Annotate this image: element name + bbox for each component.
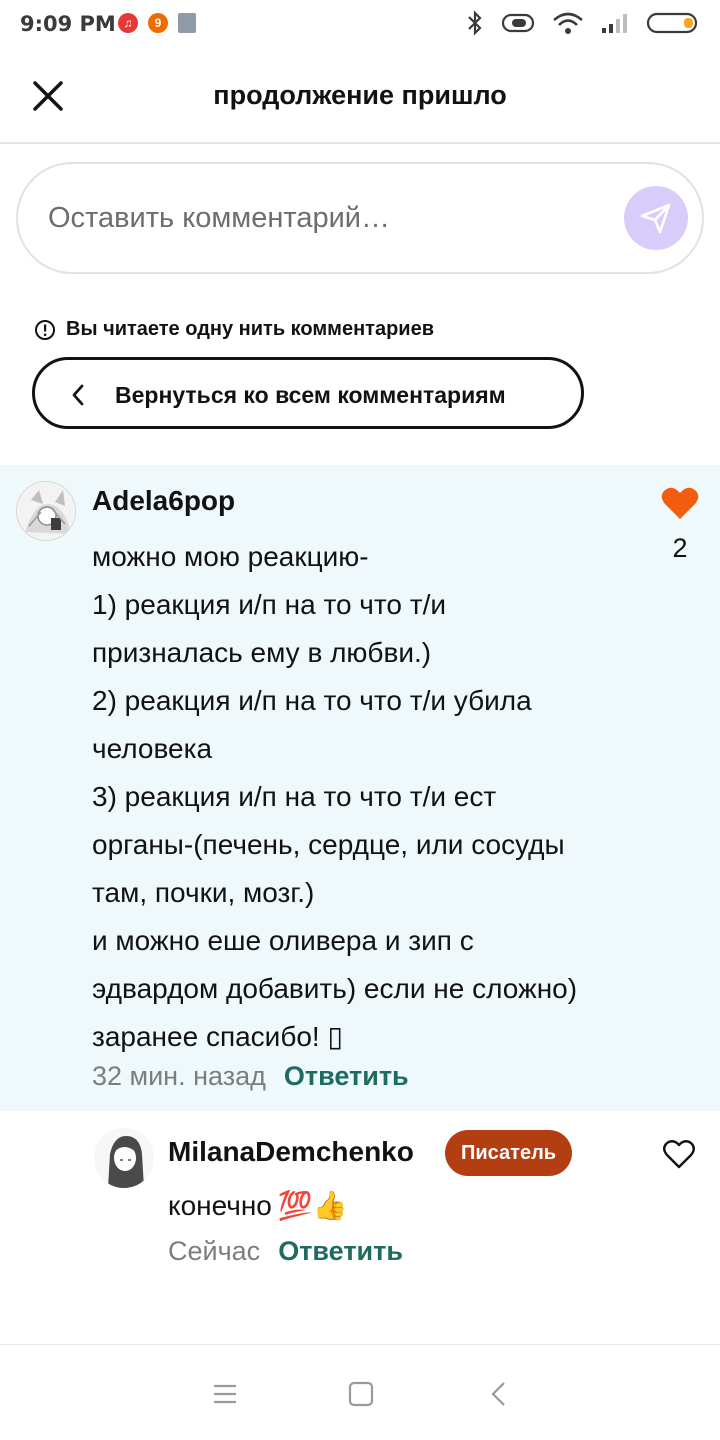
comment-timestamp: 32 мин. назад xyxy=(92,1061,266,1091)
comment-line: 2) реакция и/п на то что т/и убила xyxy=(92,685,532,716)
heart-filled-icon xyxy=(661,487,699,519)
comment-line: призналась ему в любви.) xyxy=(92,637,432,668)
menu-icon xyxy=(214,1384,236,1404)
user-avatar-image xyxy=(94,1128,154,1188)
reply-body: конечно 💯👍 xyxy=(168,1184,348,1228)
reply-meta: Сейчас Ответить xyxy=(168,1236,403,1267)
comment-line: заранее спасибо! ▯ xyxy=(92,1021,343,1052)
status-system-icons xyxy=(466,10,700,36)
send-button[interactable] xyxy=(624,186,688,250)
vibrate-icon xyxy=(501,13,535,33)
comment-meta: 32 мин. назад Ответить xyxy=(92,1061,409,1092)
like-button[interactable] xyxy=(660,485,700,521)
app-header: продолжение пришло xyxy=(0,50,720,144)
status-time: 9:09 PM xyxy=(20,12,116,36)
comment-line: человека xyxy=(92,733,213,764)
page-title: продолжение пришло xyxy=(213,80,507,110)
avatar[interactable] xyxy=(94,1128,154,1188)
reply-author[interactable]: MilanaDemchenko xyxy=(168,1136,414,1168)
avatar[interactable] xyxy=(16,481,76,541)
send-icon xyxy=(640,203,671,234)
like-count: 2 xyxy=(672,533,688,563)
document-icon xyxy=(178,13,196,33)
comment-line: 1) реакция и/п на то что т/и xyxy=(92,589,446,620)
back-button-label: Вернуться ко всем комментариям xyxy=(115,382,506,408)
thread-notice: Вы читаете одну нить комментариев xyxy=(34,318,434,341)
reply-button[interactable]: Ответить xyxy=(278,1236,403,1267)
home-nav-button[interactable] xyxy=(346,1379,376,1409)
system-nav-bar xyxy=(0,1344,720,1440)
comment-line: эдвардом добавить) если не сложно) xyxy=(92,973,578,1004)
heart-outline-icon xyxy=(663,1140,695,1169)
comment-line: 3) реакция и/п на то что т/и ест xyxy=(92,781,497,812)
status-bar: 9:09 PM ♫ 9 xyxy=(0,0,720,50)
signal-icon xyxy=(602,14,627,33)
comment-line: можно мою реакцию- xyxy=(92,541,369,572)
reply-text: конечно xyxy=(168,1190,272,1221)
status-notification-icons: ♫ 9 xyxy=(118,13,196,33)
comment-input-container xyxy=(16,162,704,274)
thread-notice-text: Вы читаете одну нить комментариев xyxy=(66,318,435,340)
music-app-icon: ♫ xyxy=(118,13,138,33)
battery-icon xyxy=(646,12,698,34)
chevron-left-icon xyxy=(72,384,84,406)
bluetooth-icon xyxy=(468,10,482,36)
comment-line: там, почки, мозг.) xyxy=(92,877,315,908)
reply-button[interactable]: Ответить xyxy=(284,1061,409,1092)
comment-line: органы-(печень, сердце, или сосуды xyxy=(92,829,565,860)
reply-emojis: 💯👍 xyxy=(277,1190,348,1221)
notification-app-icon: 9 xyxy=(148,13,168,33)
comment-author[interactable]: Adela6pop xyxy=(92,485,235,517)
info-icon xyxy=(35,319,55,340)
user-avatar-image xyxy=(17,482,75,540)
back-to-all-comments-button[interactable]: Вернуться ко всем комментариям xyxy=(32,357,584,429)
home-square-icon xyxy=(348,1381,374,1407)
comment-input[interactable] xyxy=(48,192,608,244)
back-nav-button[interactable] xyxy=(484,1379,514,1409)
menu-nav-button[interactable] xyxy=(210,1379,240,1409)
writer-badge: Писатель xyxy=(445,1130,573,1176)
comment-body: можно мою реакцию- 1) реакция и/п на то … xyxy=(92,533,632,1061)
back-triangle-icon xyxy=(491,1382,505,1406)
wifi-icon xyxy=(553,12,583,34)
reply-timestamp: Сейчас xyxy=(168,1236,261,1266)
comment-line: и можно еше оливера и зип с xyxy=(92,925,474,956)
like-button[interactable] xyxy=(662,1138,696,1170)
main-comment: Adela6pop можно мою реакцию- 1) реакция … xyxy=(0,465,720,1111)
